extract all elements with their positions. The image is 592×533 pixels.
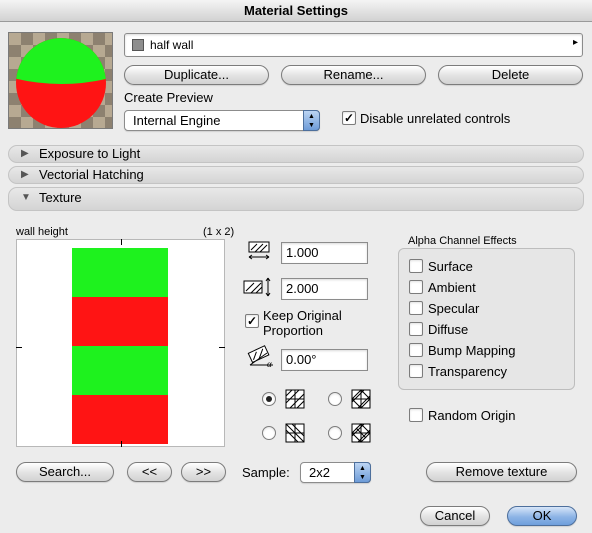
keep-proportion-checkbox[interactable]: ✓ — [245, 314, 259, 328]
section-label: Texture — [39, 190, 82, 205]
tick-mark — [219, 347, 225, 348]
section-exposure-to-light[interactable]: ▶ Exposure to Light — [8, 145, 584, 163]
texture-name-label: wall height — [16, 226, 68, 238]
disclosure-triangle-icon: ▶ — [21, 148, 29, 159]
ambient-checkbox[interactable] — [409, 280, 423, 294]
texture-width-icon — [248, 241, 270, 260]
remove-texture-button[interactable]: Remove texture — [426, 462, 577, 482]
texture-height-icon — [243, 277, 271, 297]
orientation-radio-3[interactable] — [262, 426, 276, 440]
ambient-label: Ambient — [428, 280, 476, 295]
bump-mapping-label: Bump Mapping — [428, 343, 516, 358]
create-preview-label: Create Preview — [124, 90, 213, 105]
texture-tile — [72, 248, 168, 297]
texture-tile — [72, 297, 168, 346]
duplicate-button[interactable]: Duplicate... — [124, 65, 269, 85]
texture-height-field[interactable]: 2.000 — [281, 278, 368, 300]
disable-unrelated-label: Disable unrelated controls — [360, 111, 511, 126]
diffuse-checkbox[interactable] — [409, 322, 423, 336]
cancel-button[interactable]: Cancel — [420, 506, 490, 526]
texture-preview — [16, 239, 225, 447]
material-swatch — [132, 39, 144, 51]
orientation-radio-1[interactable] — [262, 392, 276, 406]
ok-button[interactable]: OK — [507, 506, 577, 526]
texture-orientation-3-icon — [285, 423, 305, 443]
tick-mark — [121, 239, 122, 245]
random-origin-label: Random Origin — [428, 408, 516, 423]
section-label: Vectorial Hatching — [39, 167, 144, 182]
window-title: Material Settings — [0, 0, 592, 22]
orientation-radio-2[interactable] — [328, 392, 342, 406]
surface-label: Surface — [428, 259, 473, 274]
section-texture[interactable]: ▼ Texture — [8, 187, 584, 211]
texture-angle-icon: α — [247, 345, 273, 369]
section-vectorial-hatching[interactable]: ▶ Vectorial Hatching — [8, 166, 584, 184]
popup-arrows-icon: ▲ ▼ — [354, 462, 371, 483]
disclosure-triangle-open-icon: ▼ — [21, 192, 31, 203]
sphere-preview-image — [16, 38, 106, 128]
search-button[interactable]: Search... — [16, 462, 114, 482]
previous-texture-button[interactable]: << — [127, 462, 172, 482]
texture-orientation-2-icon — [351, 389, 371, 409]
texture-angle-field[interactable]: 0.00° — [281, 349, 368, 371]
tick-mark — [16, 347, 22, 348]
preview-engine-select[interactable]: Internal Engine ▲ ▼ — [124, 110, 320, 131]
diffuse-label: Diffuse — [428, 322, 469, 337]
svg-text:α: α — [267, 359, 272, 369]
random-origin-checkbox[interactable] — [409, 408, 423, 422]
disclosure-triangle-icon: ▶ — [21, 169, 29, 180]
specular-checkbox[interactable] — [409, 301, 423, 315]
sample-select[interactable]: 2x2 ▲ ▼ — [300, 462, 371, 483]
texture-orientation-1-icon — [285, 389, 305, 409]
preview-engine-value: Internal Engine — [133, 113, 221, 128]
material-preview — [8, 32, 113, 129]
rename-button[interactable]: Rename... — [281, 65, 426, 85]
orientation-radio-4[interactable] — [328, 426, 342, 440]
popup-menu-icon: ▸ — [572, 37, 578, 48]
texture-width-field[interactable]: 1.000 — [281, 242, 368, 264]
surface-checkbox[interactable] — [409, 259, 423, 273]
sample-label: Sample: — [242, 465, 290, 480]
sample-value: 2x2 — [309, 465, 330, 480]
tick-mark — [121, 441, 122, 447]
texture-tile — [72, 346, 168, 395]
texture-orientation-4-icon — [351, 423, 371, 443]
disable-unrelated-checkbox[interactable]: ✓ — [342, 111, 356, 125]
texture-tile — [72, 395, 168, 444]
next-texture-button[interactable]: >> — [181, 462, 226, 482]
popup-arrows-icon: ▲ ▼ — [303, 110, 320, 131]
keep-proportion-label: Keep Original Proportion — [263, 308, 342, 338]
transparency-checkbox[interactable] — [409, 364, 423, 378]
texture-grid-label: (1 x 2) — [203, 226, 235, 238]
material-name: half wall — [150, 38, 194, 52]
delete-button[interactable]: Delete — [438, 65, 583, 85]
material-name-popup[interactable]: half wall ▸ — [124, 33, 583, 57]
transparency-label: Transparency — [428, 364, 507, 379]
alpha-channel-title: Alpha Channel Effects — [408, 235, 517, 247]
specular-label: Specular — [428, 301, 480, 316]
bump-mapping-checkbox[interactable] — [409, 343, 423, 357]
section-label: Exposure to Light — [39, 146, 141, 161]
